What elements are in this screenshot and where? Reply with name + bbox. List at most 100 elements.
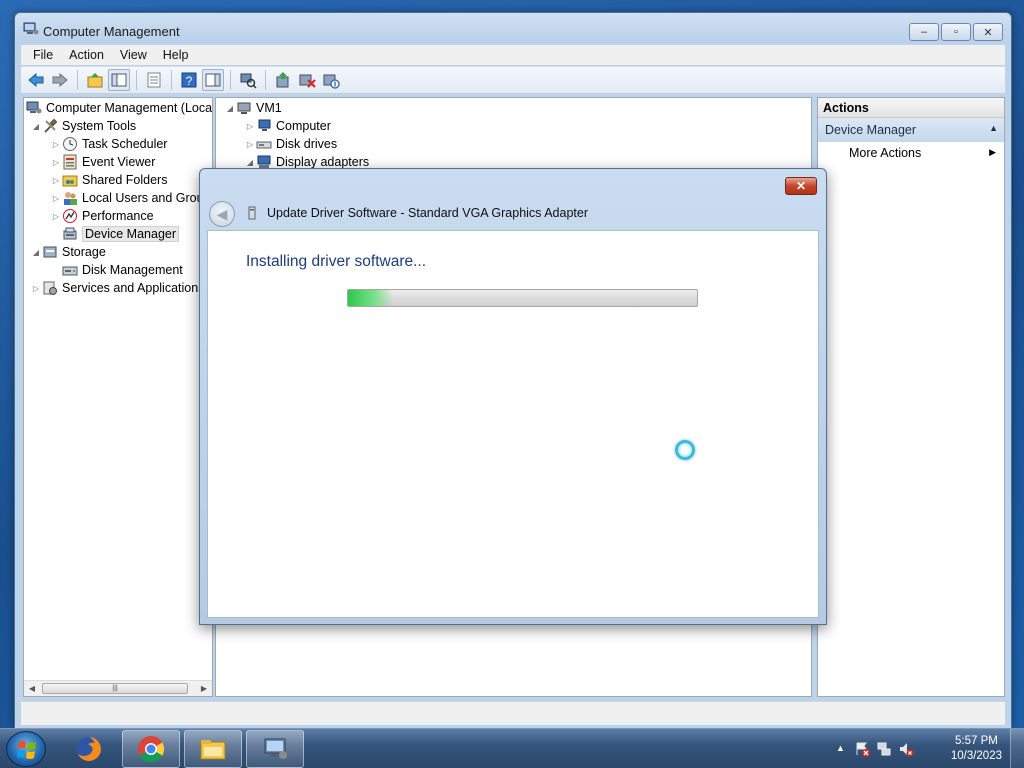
device-icon xyxy=(248,206,256,220)
menu-file[interactable]: File xyxy=(25,48,61,62)
menu-bar: File Action View Help xyxy=(21,45,1005,65)
help-button[interactable]: ? xyxy=(178,69,200,91)
scroll-right-icon[interactable]: ▶ xyxy=(196,684,212,693)
menu-action[interactable]: Action xyxy=(61,48,112,62)
expand-arrow-icon[interactable]: ▷ xyxy=(50,176,62,185)
update-driver-button[interactable] xyxy=(272,69,294,91)
scan-hardware-button[interactable] xyxy=(237,69,259,91)
maximize-button[interactable]: ▫ xyxy=(941,23,971,41)
toolbar-separator xyxy=(230,70,231,90)
console-tree-icon xyxy=(111,73,127,87)
show-hidden-icons-icon[interactable]: ▲ xyxy=(836,743,852,759)
close-button[interactable]: ✕ xyxy=(973,23,1003,41)
back-arrow-icon xyxy=(28,72,44,88)
toolbar-separator xyxy=(77,70,78,90)
more-actions-item[interactable]: More Actions ▶ xyxy=(818,142,1004,164)
tools-icon xyxy=(44,118,58,133)
dialog-content: Installing driver software... xyxy=(207,230,819,618)
disk-drive-icon xyxy=(256,141,272,149)
action-pane-icon xyxy=(205,73,221,87)
collapse-arrow-icon[interactable]: ◢ xyxy=(224,104,236,113)
tree-item-local-users[interactable]: ▷ Local Users and Group xyxy=(50,189,211,207)
collapse-arrow-icon[interactable]: ◢ xyxy=(30,122,42,131)
update-driver-icon xyxy=(276,72,289,88)
tree-label: Device Manager xyxy=(82,226,180,242)
taskbar-chrome[interactable] xyxy=(122,730,180,768)
collapse-arrow-icon[interactable]: ◢ xyxy=(30,248,42,257)
minimize-icon: ‒ xyxy=(920,26,928,38)
expand-arrow-icon[interactable]: ▷ xyxy=(30,284,42,293)
expand-arrow-icon[interactable]: ▷ xyxy=(50,194,62,203)
tree-item-storage[interactable]: ◢ Storage xyxy=(30,243,106,261)
computer-icon xyxy=(237,102,251,114)
progress-fill xyxy=(348,290,394,306)
show-hide-console-tree-button[interactable] xyxy=(108,69,130,91)
tree-label: Storage xyxy=(62,245,106,259)
tree-item-performance[interactable]: ▷ Performance xyxy=(50,207,154,225)
window-titlebar[interactable]: Computer Management ‒ ▫ ✕ xyxy=(15,13,1011,43)
forward-button[interactable] xyxy=(49,69,71,91)
menu-help[interactable]: Help xyxy=(155,48,197,62)
computer-management-icon xyxy=(23,22,39,35)
menu-view[interactable]: View xyxy=(112,48,155,62)
tree-label: System Tools xyxy=(62,119,137,133)
show-hide-action-pane-button[interactable] xyxy=(202,69,224,91)
dialog-close-button[interactable]: ✕ xyxy=(785,177,817,195)
svg-text:?: ? xyxy=(186,74,193,88)
tree-label: Disk drives xyxy=(276,137,338,151)
collapse-up-icon[interactable]: ▲ xyxy=(989,123,998,133)
volume-muted-icon[interactable] xyxy=(898,741,914,757)
properties-button[interactable] xyxy=(143,69,165,91)
expand-arrow-icon[interactable]: ▷ xyxy=(50,140,62,149)
expand-arrow-icon[interactable]: ▷ xyxy=(50,158,62,167)
uninstall-device-button[interactable] xyxy=(296,69,318,91)
disable-device-button[interactable] xyxy=(320,69,342,91)
taskbar-computer-management[interactable] xyxy=(246,730,304,768)
clock[interactable]: 5:57 PM 10/3/2023 xyxy=(951,734,1002,764)
status-bar xyxy=(21,701,1005,725)
expand-arrow-icon[interactable]: ▷ xyxy=(244,140,256,149)
up-one-level-button[interactable] xyxy=(84,69,106,91)
forward-arrow-icon xyxy=(52,72,68,88)
tree-label: Shared Folders xyxy=(82,173,168,187)
taskbar-explorer[interactable] xyxy=(184,730,242,768)
tree-item-task-scheduler[interactable]: ▷ Task Scheduler xyxy=(50,135,167,153)
users-icon xyxy=(64,192,77,205)
tree-item-computer-management[interactable]: Computer Management (Local xyxy=(26,99,213,117)
submenu-arrow-icon: ▶ xyxy=(989,147,996,157)
network-icon[interactable] xyxy=(876,741,892,757)
tree-label: Computer Management (Local xyxy=(46,101,213,115)
start-button[interactable] xyxy=(6,731,46,767)
taskbar-firefox[interactable] xyxy=(60,730,118,768)
action-center-icon[interactable] xyxy=(854,741,870,757)
storage-icon xyxy=(43,246,57,258)
horizontal-scrollbar[interactable]: ◀ ||| ▶ xyxy=(24,680,212,696)
expand-arrow-icon[interactable]: ▷ xyxy=(244,122,256,131)
tree-item-device-manager[interactable]: Device Manager xyxy=(50,225,180,243)
disable-device-icon xyxy=(323,74,340,89)
chrome-icon xyxy=(138,736,165,763)
minimize-button[interactable]: ‒ xyxy=(909,23,939,41)
device-tree-item-disk-drives[interactable]: ▷ Disk drives xyxy=(244,135,337,153)
device-tree-item-computer[interactable]: ▷ Computer xyxy=(244,117,331,135)
expand-arrow-icon[interactable]: ▷ xyxy=(50,212,62,221)
tree-item-disk-management[interactable]: Disk Management xyxy=(50,261,183,279)
tree-item-event-viewer[interactable]: ▷ Event Viewer xyxy=(50,153,155,171)
tree-item-system-tools[interactable]: ◢ System Tools xyxy=(30,117,136,135)
show-desktop-button[interactable] xyxy=(1010,729,1024,768)
scroll-left-icon[interactable]: ◀ xyxy=(24,684,40,693)
back-button[interactable] xyxy=(25,69,47,91)
actions-pane: Actions Device Manager ▲ More Actions ▶ xyxy=(817,97,1005,697)
update-driver-dialog: ✕ ◀ Update Driver Software - Standard VG… xyxy=(199,168,827,625)
actions-section-device-manager[interactable]: Device Manager ▲ xyxy=(818,118,1004,142)
clock-date: 10/3/2023 xyxy=(950,750,1002,762)
tree-item-shared-folders[interactable]: ▷ Shared Folders xyxy=(50,171,168,189)
scrollbar-thumb[interactable]: ||| xyxy=(42,683,188,694)
tree-item-services-applications[interactable]: ▷ Services and Applications xyxy=(30,279,204,297)
dialog-back-button[interactable]: ◀ xyxy=(209,201,235,227)
device-tree-root[interactable]: ◢ VM1 xyxy=(224,99,282,117)
disk-management-icon xyxy=(62,266,78,276)
busy-cursor-icon xyxy=(675,440,695,460)
tree-label: Event Viewer xyxy=(82,155,156,169)
collapse-arrow-icon[interactable]: ◢ xyxy=(244,158,256,167)
